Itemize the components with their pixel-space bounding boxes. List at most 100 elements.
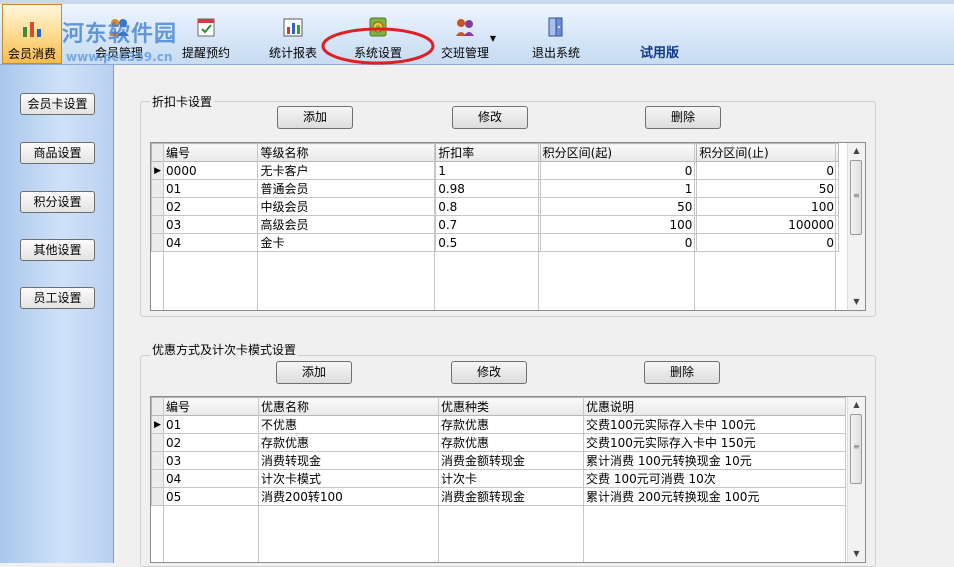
exit-door-icon — [548, 17, 563, 37]
toolbar-shift-manage[interactable]: 交班管理 ▼ — [432, 4, 498, 64]
cell-promo-type[interactable]: 存款优惠 — [438, 433, 584, 452]
column-divider — [257, 143, 258, 310]
column-header[interactable]: 积分区间(止) — [696, 143, 839, 162]
cell-promo-desc[interactable]: 累计消费 100元转换现金 10元 — [583, 451, 846, 470]
cell-id[interactable]: 05 — [163, 487, 259, 506]
cell-promo-desc[interactable]: 累计消费 200元转换现金 100元 — [583, 487, 846, 506]
cell-points-start[interactable]: 50 — [539, 197, 698, 216]
cell-promo-desc[interactable]: 交费100元实际存入卡中 150元 — [583, 433, 846, 452]
scroll-thumb[interactable]: ≡ — [850, 160, 862, 235]
cell-points-end[interactable]: 0 — [696, 161, 839, 180]
table-row[interactable]: 03 高级会员 0.7 100 100000 — [151, 215, 839, 234]
cell-id[interactable]: 02 — [163, 197, 259, 216]
scroll-thumb[interactable]: ≡ — [850, 414, 862, 484]
table-row[interactable]: 03 消费转现金 消费金额转现金 累计消费 100元转换现金 10元 — [151, 451, 846, 470]
table-row[interactable]: 02 中级会员 0.8 50 100 — [151, 197, 839, 216]
scroll-down-arrow-icon[interactable]: ▼ — [848, 294, 865, 310]
column-header[interactable]: 编号 — [163, 397, 259, 416]
row-indicator — [151, 179, 165, 198]
cell-discount-rate[interactable]: 0.7 — [435, 215, 541, 234]
cell-id[interactable]: 0000 — [163, 161, 259, 180]
discount-delete-button[interactable]: 删除 — [645, 106, 721, 129]
scroll-up-arrow-icon[interactable]: ▲ — [848, 143, 865, 159]
table-row[interactable]: 04 金卡 0.5 0 0 — [151, 233, 839, 252]
cell-points-end[interactable]: 0 — [696, 233, 839, 252]
scroll-down-arrow-icon[interactable]: ▼ — [848, 546, 865, 562]
toolbar-label: 提醒预约 — [181, 46, 230, 60]
table-row[interactable]: 05 消费200转100 消费金额转现金 累计消费 200元转换现金 100元 — [151, 487, 846, 506]
toolbar-exit[interactable]: 退出系统 — [525, 4, 587, 64]
column-header[interactable]: 等级名称 — [257, 143, 437, 162]
toolbar-reminder[interactable]: 提醒预约 — [175, 4, 237, 64]
cell-points-end[interactable]: 100000 — [696, 215, 839, 234]
dropdown-arrow-icon[interactable]: ▼ — [490, 34, 496, 43]
cell-points-start[interactable]: 0 — [539, 161, 698, 180]
discount-grid[interactable]: 编号 等级名称 折扣率 积分区间(起) 积分区间(止) ▶ 0000 无卡客户 … — [150, 142, 866, 311]
cell-points-start[interactable]: 100 — [539, 215, 698, 234]
toolbar-system-settings[interactable]: 系统设置 — [347, 4, 409, 64]
cell-discount-rate[interactable]: 1 — [435, 161, 541, 180]
cell-promo-type[interactable]: 计次卡 — [438, 469, 584, 488]
cell-level-name[interactable]: 普通会员 — [257, 179, 437, 198]
column-divider — [258, 397, 259, 562]
discount-add-button[interactable]: 添加 — [277, 106, 353, 129]
cell-id[interactable]: 02 — [163, 433, 259, 452]
cell-discount-rate[interactable]: 0.5 — [435, 233, 541, 252]
promo-grid[interactable]: 编号 优惠名称 优惠种类 优惠说明 ▶ 01 不优惠 存款优惠 交费100元实际… — [150, 396, 866, 563]
cell-points-end[interactable]: 100 — [696, 197, 839, 216]
column-header[interactable]: 折扣率 — [435, 143, 541, 162]
promo-delete-button[interactable]: 删除 — [644, 361, 720, 384]
table-row[interactable]: ▶ 0000 无卡客户 1 0 0 — [151, 161, 839, 180]
table-row[interactable]: 04 计次卡模式 计次卡 交费 100元可消费 10次 — [151, 469, 846, 488]
column-header[interactable]: 优惠说明 — [583, 397, 846, 416]
cell-points-start[interactable]: 1 — [539, 179, 698, 198]
cell-promo-name[interactable]: 计次卡模式 — [258, 469, 439, 488]
cell-promo-desc[interactable]: 交费 100元可消费 10次 — [583, 469, 846, 488]
cell-promo-type[interactable]: 存款优惠 — [438, 415, 584, 434]
cell-id[interactable]: 01 — [163, 179, 259, 198]
cell-id[interactable]: 04 — [163, 469, 259, 488]
cell-level-name[interactable]: 中级会员 — [257, 197, 437, 216]
column-header[interactable]: 优惠种类 — [438, 397, 584, 416]
cell-level-name[interactable]: 无卡客户 — [257, 161, 437, 180]
cell-promo-desc[interactable]: 交费100元实际存入卡中 100元 — [583, 415, 846, 434]
discount-vertical-scrollbar[interactable]: ▲ ≡ ▼ — [847, 143, 865, 310]
cell-promo-name[interactable]: 消费转现金 — [258, 451, 439, 470]
cell-promo-type[interactable]: 消费金额转现金 — [438, 451, 584, 470]
cell-promo-type[interactable]: 消费金额转现金 — [438, 487, 584, 506]
scroll-up-arrow-icon[interactable]: ▲ — [848, 397, 865, 413]
cell-id[interactable]: 04 — [163, 233, 259, 252]
sidebar-card-settings[interactable]: 会员卡设置 — [20, 93, 95, 115]
cell-id[interactable]: 03 — [163, 215, 259, 234]
cell-discount-rate[interactable]: 0.8 — [435, 197, 541, 216]
cell-points-end[interactable]: 50 — [696, 179, 839, 198]
cell-level-name[interactable]: 高级会员 — [257, 215, 437, 234]
sidebar-staff-settings[interactable]: 员工设置 — [20, 287, 95, 309]
promo-edit-button[interactable]: 修改 — [451, 361, 527, 384]
sidebar-product-settings[interactable]: 商品设置 — [20, 142, 95, 164]
cell-promo-name[interactable]: 不优惠 — [258, 415, 439, 434]
cell-id[interactable]: 03 — [163, 451, 259, 470]
cell-id[interactable]: 01 — [163, 415, 259, 434]
promo-vertical-scrollbar[interactable]: ▲ ≡ ▼ — [847, 397, 865, 562]
table-row[interactable]: 02 存款优惠 存款优惠 交费100元实际存入卡中 150元 — [151, 433, 846, 452]
row-indicator — [151, 451, 164, 470]
table-row[interactable]: 01 普通会员 0.98 1 50 — [151, 179, 839, 198]
toolbar-member-consume[interactable]: 会员消费 — [2, 4, 62, 64]
sidebar-other-settings[interactable]: 其他设置 — [20, 239, 95, 261]
cell-discount-rate[interactable]: 0.98 — [435, 179, 541, 198]
cell-promo-name[interactable]: 消费200转100 — [258, 487, 439, 506]
table-row[interactable]: ▶ 01 不优惠 存款优惠 交费100元实际存入卡中 100元 — [151, 415, 846, 434]
cell-points-start[interactable]: 0 — [539, 233, 698, 252]
sidebar-points-settings[interactable]: 积分设置 — [20, 191, 95, 213]
toolbar-label: 统计报表 — [268, 46, 317, 60]
discount-edit-button[interactable]: 修改 — [452, 106, 528, 129]
cell-level-name[interactable]: 金卡 — [257, 233, 437, 252]
cell-promo-name[interactable]: 存款优惠 — [258, 433, 439, 452]
column-divider — [583, 397, 584, 562]
promo-add-button[interactable]: 添加 — [276, 361, 352, 384]
column-header[interactable]: 积分区间(起) — [539, 143, 698, 162]
column-header[interactable]: 编号 — [163, 143, 259, 162]
column-header[interactable]: 优惠名称 — [258, 397, 439, 416]
toolbar-reports[interactable]: 统计报表 — [262, 4, 324, 64]
